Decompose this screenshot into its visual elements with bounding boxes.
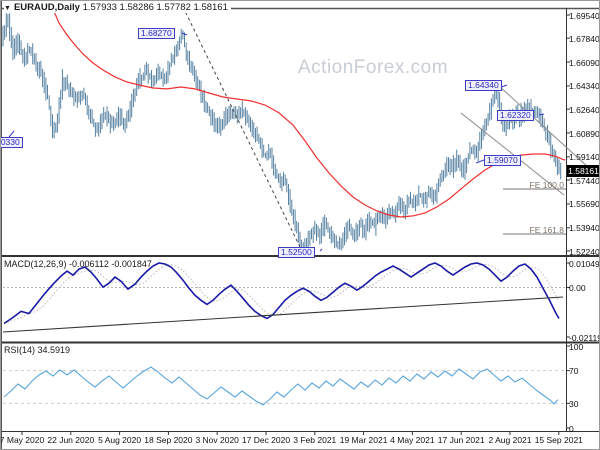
price-annotation-label[interactable]: 1.62320	[497, 110, 534, 121]
rsi-indicator-label: RSI(14) 34.5919	[4, 345, 71, 355]
rsi-axis-tick: 70	[569, 366, 579, 377]
symbol-period-label: EURAUD,Daily	[13, 2, 80, 13]
price-annotation-label[interactable]: 1.60330	[1, 137, 23, 148]
ohlc-quotes: 1.57933 1.58286 1.57782 1.58161	[82, 2, 228, 13]
date-axis-tick: 15 Sep 2021	[534, 435, 583, 445]
fib-extension-label: FE 100.0	[529, 180, 565, 190]
rsi-axis-tick: 30	[569, 398, 579, 409]
trading-chart-window: ▼ EURAUD,Daily 1.57933 1.58286 1.57782 1.…	[0, 0, 600, 450]
price-axis-tick: 1.59140	[569, 152, 600, 163]
price-annotation-label[interactable]: 1.59070	[484, 155, 521, 166]
price-annotation-label[interactable]: 1.52500	[278, 247, 315, 258]
price-axis-tick: 1.55690	[569, 199, 600, 210]
price-axis-tick: 1.62640	[569, 104, 600, 115]
macd-indicator-label: MACD(12,26,9) -0.006112 -0.001847	[4, 259, 152, 269]
price-annotation-label[interactable]: 1.68270	[138, 28, 175, 39]
current-price-tag: 1.58161	[567, 165, 599, 178]
rsi-axis-tick: 0	[569, 423, 574, 434]
chart-title-bar: ▼ EURAUD,Daily 1.57933 1.58286 1.57782 1.…	[4, 2, 231, 13]
price-axis-tick: 1.52240	[569, 246, 600, 257]
fib-extension-label: FE 161.8	[529, 225, 565, 235]
price-axis-tick: 1.67840	[569, 33, 600, 44]
price-axis-tick: 1.69540	[569, 10, 600, 21]
macd-axis-tick: 0.00	[569, 283, 586, 293]
price-axis-tick: 1.53940	[569, 223, 600, 234]
rsi-axis-tick: 100	[569, 341, 584, 352]
price-axis-tick: 1.60890	[569, 128, 600, 139]
chevron-down-icon[interactable]: ▼	[4, 5, 11, 12]
price-axis-tick: 1.66090	[569, 57, 600, 68]
price-annotation-label[interactable]: 1.64340	[465, 80, 502, 91]
macd-axis-tick: 0.010494	[569, 258, 600, 269]
price-axis-tick: 1.64340	[569, 81, 600, 92]
